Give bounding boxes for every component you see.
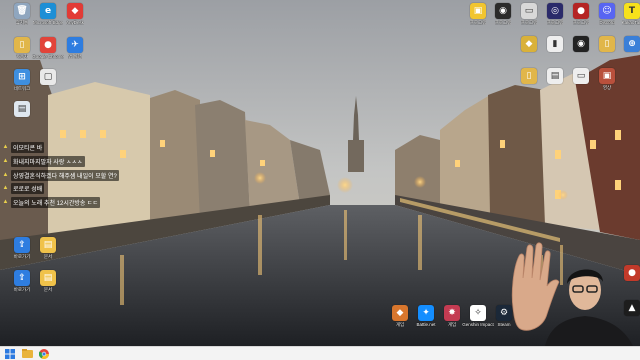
image-icon: ▣ xyxy=(599,68,615,84)
desktop-shortcut-label: 문서 xyxy=(43,287,53,292)
chat-message: ▲ 오늘의 노래 추천 12시간방송 ㄷㄷ xyxy=(2,196,130,209)
desktop-shortcut-label: 네트워크 xyxy=(13,86,31,91)
chat-badge-icon: ▲ xyxy=(2,171,9,178)
chat-message-text: 이모티콘 바 xyxy=(11,142,45,153)
chrome-icon[interactable] xyxy=(37,348,51,360)
desktop-shortcut-label: 게임 xyxy=(395,322,405,327)
kakaotalk-icon: T xyxy=(624,3,640,19)
webcam-overlay xyxy=(505,238,640,346)
document-icon: ▤ xyxy=(40,237,56,253)
app-shortcut-icon: ✈ xyxy=(67,37,83,53)
windows-start-icon[interactable] xyxy=(3,348,17,360)
chat-message: ▲ 상영결혼식하겠다 해주셈 내일이 모할 연? xyxy=(2,169,130,182)
desktop-shortcut-label: KakaoTalk xyxy=(621,20,640,25)
app-icon: ⊕ xyxy=(624,36,640,52)
chat-badge-icon: ▲ xyxy=(2,157,9,164)
desktop-shortcut-label: 게임 xyxy=(447,322,457,327)
desktop-shortcut-file-1[interactable]: ▢ xyxy=(28,69,68,85)
chat-message: ▲ 이모티콘 바 xyxy=(2,141,130,154)
desktop-shortcut-label: AnyDesk xyxy=(65,20,84,25)
chat-badge-icon: ▲ xyxy=(2,144,9,150)
chat-message: ▲ 화내지마지말자 사랑 ㅅㅅㅅ xyxy=(2,155,130,168)
desktop-shortcut-label: 영상 xyxy=(602,85,612,90)
chat-message: ▲ 로로로 성배 xyxy=(2,182,130,195)
desktop-shortcut-kakaotalk[interactable]: TKakaoTalk xyxy=(612,3,640,25)
desktop-shortcut-label: 앱 실행 xyxy=(68,54,82,59)
taskbar xyxy=(0,346,640,360)
chat-message-text: 상영결혼식하겠다 해주셈 내일이 모할 연? xyxy=(11,169,119,181)
document-icon: ▤ xyxy=(40,270,56,286)
chat-message-text: 로로로 성배 xyxy=(11,183,45,195)
chat-message-text: 오늘의 노래 추천 12시간방송 ㄷㄷ xyxy=(11,197,101,209)
desktop-shortcut-label: 사용자 xyxy=(15,54,29,59)
file-explorer-icon[interactable] xyxy=(20,348,34,360)
desktop-shortcut-tr-10[interactable]: ⊕ xyxy=(612,36,640,52)
chat-message-text: 화내지마지말자 사랑 ㅅㅅㅅ xyxy=(11,155,85,167)
desktop-shortcut-doc-a[interactable]: ▤ 문서 xyxy=(28,237,68,259)
edge-icon: e xyxy=(40,3,56,19)
chat-badge-icon: ▲ xyxy=(2,199,9,206)
desktop-shortcut-anydesk[interactable]: ◆ AnyDesk xyxy=(55,3,95,25)
desktop-shortcut-file-2[interactable]: ▤ xyxy=(2,101,42,117)
desktop-shortcut-doc-b[interactable]: ▤ 문서 xyxy=(28,270,68,292)
anydesk-icon: ◆ xyxy=(67,3,83,19)
file-icon: ▢ xyxy=(40,69,56,85)
file-icon: ▤ xyxy=(14,101,30,117)
desktop-shortcut-tr-14[interactable]: ▣ 영상 xyxy=(587,68,627,90)
desktop-shortcut-app-blue[interactable]: ✈ 앱 실행 xyxy=(55,37,95,59)
chat-badge-icon: ▲ xyxy=(2,185,9,192)
desktop-shortcut-label: 문서 xyxy=(43,254,53,259)
stream-chat-overlay: ▲ 이모티콘 바 ▲ 화내지마지말자 사랑 ㅅㅅㅅ ▲ 상영결혼식하겠다 해주셈… xyxy=(2,141,130,210)
chrome-icon: ● xyxy=(40,37,56,53)
desktop-shortcut-label: 휴지통 xyxy=(15,20,29,25)
